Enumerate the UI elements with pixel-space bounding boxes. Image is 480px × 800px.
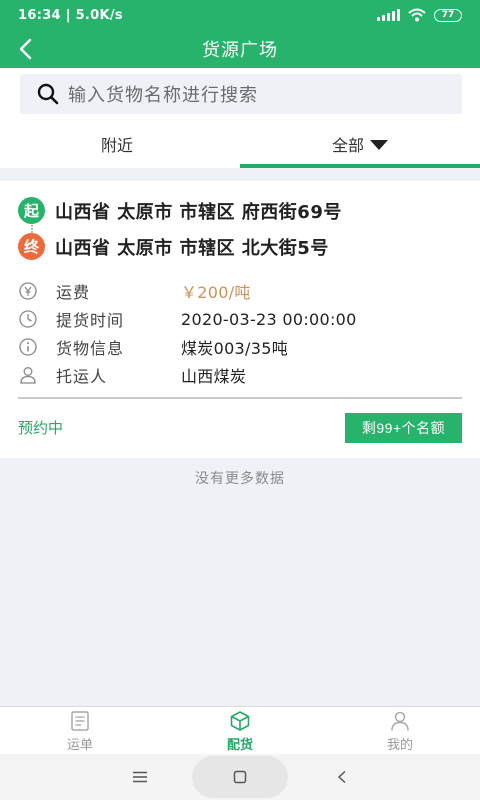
route-start: 起 山西省 太原市 市辖区 府西街69号 <box>18 197 342 224</box>
search-placeholder: 输入货物名称进行搜索 <box>68 85 258 106</box>
card-divider <box>18 397 462 399</box>
app-header: 16:34 | 5.0K/s 77 货源广场 <box>0 0 480 68</box>
battery-level: 77 <box>434 8 462 22</box>
cargo-card[interactable]: 起 山西省 太原市 市辖区 府西街69号 终 山西省 太原市 市辖区 北大街5号… <box>0 181 480 458</box>
pickup-time-row: 提货时间 2020-03-23 00:00:00 <box>18 307 458 331</box>
status-bar: 16:34 | 5.0K/s 77 <box>0 0 480 30</box>
clock-icon <box>18 309 38 329</box>
start-badge: 起 <box>18 197 45 224</box>
booking-status: 预约中 <box>18 419 64 437</box>
info-icon <box>18 337 38 357</box>
nav-dispatch[interactable]: 配货 <box>160 707 320 755</box>
system-home-button[interactable] <box>192 754 288 800</box>
system-nav-bar <box>0 754 480 800</box>
tab-nearby[interactable]: 附近 <box>0 120 240 168</box>
nav-waybill-label: 运单 <box>66 737 93 753</box>
nav-dispatch-label: 配货 <box>226 737 253 753</box>
tab-all[interactable]: 全部 <box>240 120 480 168</box>
freight-value: ￥200/吨 <box>181 283 251 302</box>
battery-icon: 77 <box>434 8 462 22</box>
search-area: 输入货物名称进行搜索 <box>0 68 480 120</box>
remaining-quota-button[interactable]: 剩99+个名额 <box>345 413 462 443</box>
profile-icon <box>391 711 409 731</box>
end-badge: 终 <box>18 233 45 260</box>
status-icons: 77 <box>377 8 462 22</box>
status-time-speed: 16:34 | 5.0K/s <box>18 7 123 23</box>
package-icon <box>230 710 250 731</box>
cargo-info-value: 煤炭003/35吨 <box>181 339 288 358</box>
system-back-icon <box>337 770 346 784</box>
home-pill <box>192 756 288 798</box>
caret-down-icon <box>370 140 388 150</box>
nav-profile[interactable]: 我的 <box>320 707 480 755</box>
yen-icon <box>18 281 38 301</box>
title-bar: 货源广场 <box>0 30 480 68</box>
shipper-row: 托运人 山西煤炭 <box>18 363 458 387</box>
pickup-time-label: 提货时间 <box>56 311 125 330</box>
person-icon <box>18 365 38 385</box>
cargo-info-row: 货物信息 煤炭003/35吨 <box>18 335 458 359</box>
cargo-info-label: 货物信息 <box>56 339 125 358</box>
freight-label: 运费 <box>56 283 91 302</box>
back-arrow-icon[interactable] <box>14 36 40 62</box>
start-address: 山西省 太原市 市辖区 府西街69号 <box>55 201 342 223</box>
list-end-text: 没有更多数据 <box>195 471 285 487</box>
tab-nearby-label: 附近 <box>100 136 133 155</box>
nav-waybill[interactable]: 运单 <box>0 707 160 755</box>
system-menu-button[interactable] <box>120 754 160 800</box>
page-title: 货源广场 <box>202 40 278 61</box>
signal-icon <box>377 9 400 21</box>
menu-icon <box>133 771 147 783</box>
route-connector <box>31 225 33 233</box>
filter-tabs: 附近 全部 <box>0 120 480 168</box>
nav-profile-label: 我的 <box>386 737 413 753</box>
end-address: 山西省 太原市 市辖区 北大街5号 <box>55 237 329 259</box>
shipper-value: 山西煤炭 <box>181 367 247 386</box>
search-input[interactable]: 输入货物名称进行搜索 <box>20 74 462 114</box>
bottom-nav: 运单 配货 我的 <box>0 706 480 754</box>
search-icon <box>37 83 59 105</box>
system-back-button[interactable] <box>322 754 362 800</box>
wifi-icon <box>408 8 426 22</box>
shipper-label: 托运人 <box>56 367 108 386</box>
tab-all-label: 全部 <box>331 136 364 155</box>
waybill-icon <box>71 710 89 731</box>
route-end: 终 山西省 太原市 市辖区 北大街5号 <box>18 233 329 260</box>
freight-row: 运费 ￥200/吨 <box>18 279 458 303</box>
pickup-time-value: 2020-03-23 00:00:00 <box>181 309 357 329</box>
home-square-icon <box>233 770 247 784</box>
